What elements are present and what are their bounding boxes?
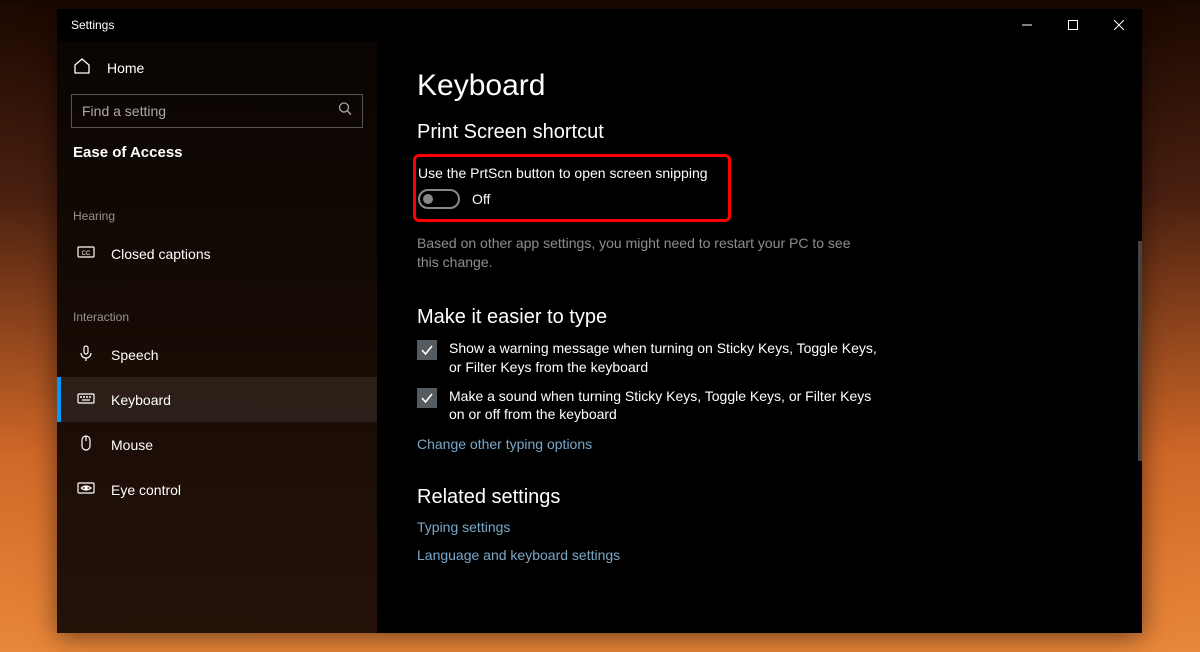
prtscn-toggle-label: Use the PrtScn button to open screen sni… (418, 165, 718, 181)
mouse-icon (77, 434, 95, 455)
search-wrap (57, 94, 377, 144)
settings-window: Settings Home (57, 9, 1142, 633)
section-heading-prtscn: Print Screen shortcut (417, 121, 1102, 144)
sidebar-item-closed-captions[interactable]: CC Closed captions (57, 231, 377, 276)
mic-icon (77, 344, 95, 365)
prtscn-toggle-state: Off (472, 191, 490, 207)
checkbox-warning-label: Show a warning message when turning on S… (449, 339, 877, 377)
check-row-sound: Make a sound when turning Sticky Keys, T… (417, 387, 877, 425)
window-controls (1004, 9, 1142, 41)
highlight-annotation: Use the PrtScn button to open screen sni… (413, 154, 731, 222)
sidebar-item-label: Keyboard (111, 392, 171, 408)
scrollbar-track[interactable] (1138, 41, 1142, 633)
page-title: Keyboard (417, 69, 1102, 103)
home-label: Home (107, 60, 144, 76)
search-box[interactable] (71, 94, 363, 128)
checkbox-sound-label: Make a sound when turning Sticky Keys, T… (449, 387, 877, 425)
link-typing-settings[interactable]: Typing settings (417, 519, 1102, 535)
cc-icon: CC (77, 243, 95, 264)
section-heading-related: Related settings (417, 486, 1102, 509)
eye-icon (77, 479, 95, 500)
sidebar-category: Ease of Access (57, 144, 377, 175)
link-language-keyboard[interactable]: Language and keyboard settings (417, 547, 1102, 563)
check-row-warning: Show a warning message when turning on S… (417, 339, 877, 377)
scrollbar-thumb[interactable] (1138, 241, 1142, 461)
window-title: Settings (71, 18, 1004, 32)
sidebar-item-mouse[interactable]: Mouse (57, 422, 377, 467)
minimize-button[interactable] (1004, 9, 1050, 41)
checkbox-sound[interactable] (417, 388, 437, 408)
sidebar-group-interaction: Interaction (57, 276, 377, 332)
related-links: Typing settings Language and keyboard se… (417, 519, 1102, 563)
toggle-knob (423, 194, 433, 204)
keyboard-icon (77, 389, 95, 410)
prtscn-toggle-row: Off (418, 189, 718, 209)
content-area: Keyboard Print Screen shortcut Use the P… (377, 41, 1142, 633)
sidebar-item-label: Eye control (111, 482, 181, 498)
search-input[interactable] (82, 103, 326, 119)
search-icon (338, 102, 352, 121)
sidebar-item-label: Speech (111, 347, 158, 363)
section-heading-easier: Make it easier to type (417, 306, 1102, 329)
titlebar: Settings (57, 9, 1142, 41)
sidebar-item-label: Closed captions (111, 246, 211, 262)
link-change-typing[interactable]: Change other typing options (417, 436, 1102, 452)
body-area: Home Ease of Access Hearing CC Closed ca… (57, 41, 1142, 633)
home-nav[interactable]: Home (57, 49, 377, 94)
home-icon (73, 57, 91, 78)
sidebar: Home Ease of Access Hearing CC Closed ca… (57, 41, 377, 633)
sidebar-group-hearing: Hearing (57, 175, 377, 231)
svg-text:CC: CC (82, 251, 91, 257)
prtscn-hint: Based on other app settings, you might n… (417, 234, 857, 272)
sidebar-item-keyboard[interactable]: Keyboard (57, 377, 377, 422)
sidebar-item-label: Mouse (111, 437, 153, 453)
sidebar-item-eye-control[interactable]: Eye control (57, 467, 377, 512)
checkbox-warning[interactable] (417, 340, 437, 360)
sidebar-item-speech[interactable]: Speech (57, 332, 377, 377)
close-button[interactable] (1096, 9, 1142, 41)
prtscn-toggle[interactable] (418, 189, 460, 209)
maximize-button[interactable] (1050, 9, 1096, 41)
